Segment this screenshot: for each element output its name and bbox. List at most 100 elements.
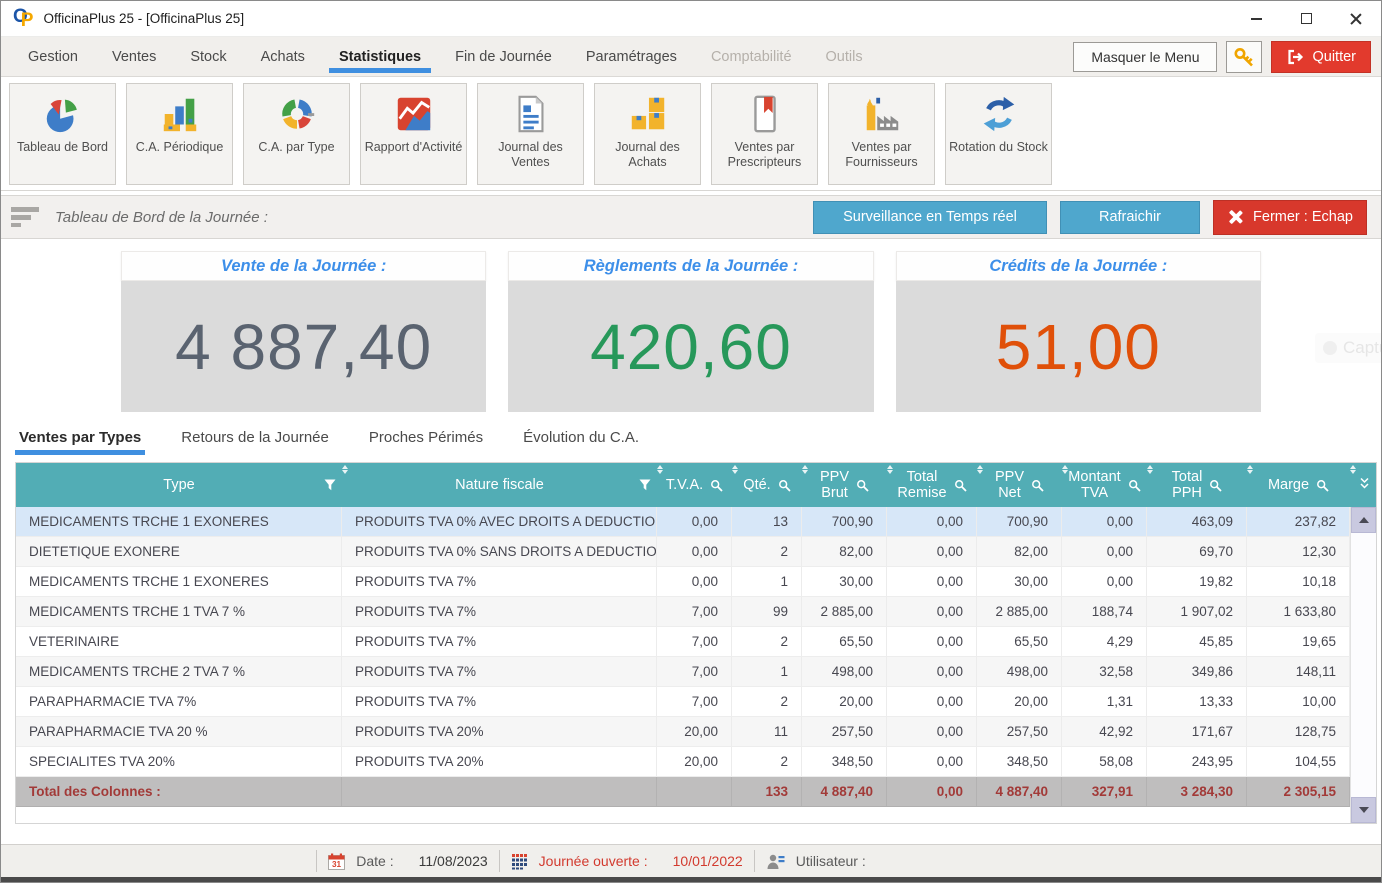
tableau-de-bord-button[interactable]: Tableau de Bord (9, 83, 116, 185)
column-header-nature-fiscale[interactable]: Nature fiscale (342, 463, 657, 507)
column-label: PPV Net (995, 469, 1024, 501)
search-icon[interactable] (1209, 479, 1222, 492)
journal-des-achats-button[interactable]: Journal des Achats (594, 83, 701, 185)
scroll-down-button[interactable] (1351, 797, 1376, 823)
quit-button[interactable]: Quitter (1271, 41, 1371, 73)
menu-item-parametrages[interactable]: Paramétrages (569, 37, 694, 76)
card-value: 4 887,40 (121, 281, 486, 412)
refresh-button[interactable]: Rafraichir (1060, 201, 1200, 234)
filter-icon[interactable] (324, 479, 336, 491)
table-row[interactable]: MEDICAMENTS TRCHE 1 EXONERESPRODUITS TVA… (16, 567, 1350, 597)
cell-tva: 20,00 (657, 717, 732, 746)
table-row[interactable]: PARAPHARMACIE TVA 20 %PRODUITS TVA 20%20… (16, 717, 1350, 747)
search-icon[interactable] (778, 479, 791, 492)
menu-item-gestion[interactable]: Gestion (11, 37, 95, 76)
rapport-activite-button[interactable]: Rapport d'Activité (360, 83, 467, 185)
double-chevron-icon[interactable] (1359, 476, 1370, 494)
ventes-par-prescripteurs-button[interactable]: Ventes par Prescripteurs (711, 83, 818, 185)
ca-par-type-button[interactable]: C.A. par Type (243, 83, 350, 185)
rotation-du-stock-button[interactable]: Rotation du Stock (945, 83, 1052, 185)
opened-day-icon (511, 853, 528, 870)
column-label: PPV Brut (820, 469, 849, 501)
search-icon[interactable] (856, 479, 869, 492)
menu-item-fin-de-journee[interactable]: Fin de Journée (438, 37, 569, 76)
scroll-up-button[interactable] (1351, 507, 1376, 533)
menu-item-ventes[interactable]: Ventes (95, 37, 173, 76)
column-header-marge[interactable]: Marge (1247, 463, 1350, 507)
close-x-icon (1227, 209, 1243, 225)
capture-overlay: Captu (1315, 333, 1381, 363)
total-tva (657, 777, 732, 806)
table-row[interactable]: PARAPHARMACIE TVA 7%PRODUITS TVA 7%7,002… (16, 687, 1350, 717)
table-row[interactable]: SPECIALITES TVA 20%PRODUITS TVA 20%20,00… (16, 747, 1350, 777)
maximize-button[interactable] (1281, 1, 1331, 36)
menu-item-comptabilite: Comptabilité (694, 37, 809, 76)
search-icon[interactable] (954, 479, 967, 492)
ca-periodique-button[interactable]: C.A. Périodique (126, 83, 233, 185)
cell-marge: 104,55 (1247, 747, 1350, 776)
total-total-remise: 0,00 (887, 777, 977, 806)
donut-chart-icon (276, 89, 318, 139)
close-button[interactable] (1331, 1, 1381, 36)
card-title: Crédits de la Journée : (896, 251, 1261, 281)
filter-icon[interactable] (639, 479, 651, 491)
toolbar-button-label: Ventes par Prescripteurs (712, 140, 817, 170)
ventes-par-fournisseurs-button[interactable]: Ventes par Fournisseurs (828, 83, 935, 185)
column-label: Qté. (743, 477, 770, 493)
tab-proches-perimes[interactable]: Proches Périmés (369, 429, 483, 455)
minimize-icon (1251, 18, 1262, 20)
search-icon[interactable] (1316, 479, 1329, 492)
cell-nature-fiscale: PRODUITS TVA 7% (342, 627, 657, 656)
table-row[interactable]: VETERINAIREPRODUITS TVA 7%7,00265,500,00… (16, 627, 1350, 657)
column-header-montant-tva[interactable]: Montant TVA (1062, 463, 1147, 507)
column-header-total-pph[interactable]: Total PPH (1147, 463, 1247, 507)
cell-ppv-brut: 700,90 (802, 507, 887, 536)
minimize-button[interactable] (1231, 1, 1281, 36)
column-label: Montant TVA (1068, 469, 1120, 501)
table-row[interactable]: MEDICAMENTS TRCHE 1 EXONERESPRODUITS TVA… (16, 507, 1350, 537)
menu-item-statistiques[interactable]: Statistiques (322, 37, 438, 76)
column-header-ppv-brut[interactable]: PPV Brut (802, 463, 887, 507)
column-label: Nature fiscale (455, 477, 544, 493)
journal-des-ventes-button[interactable]: Journal des Ventes (477, 83, 584, 185)
cell-ppv-net: 348,50 (977, 747, 1062, 776)
tab-evolution-du-c-a[interactable]: Évolution du C.A. (523, 429, 639, 455)
bar-chart-icon (159, 89, 201, 139)
cell-tva: 7,00 (657, 657, 732, 686)
table-row[interactable]: MEDICAMENTS TRCHE 2 TVA 7 %PRODUITS TVA … (16, 657, 1350, 687)
table-row[interactable]: MEDICAMENTS TRCHE 1 TVA 7 %PRODUITS TVA … (16, 597, 1350, 627)
table-header: Type Nature fiscale T.V.A. Qté. PPV Brut Tota… (16, 463, 1376, 507)
total-qte: 133 (732, 777, 802, 806)
close-escape-button[interactable]: Fermer : Echap (1213, 200, 1367, 235)
menu-item-stock[interactable]: Stock (173, 37, 243, 76)
hide-menu-button[interactable]: Masquer le Menu (1073, 42, 1217, 72)
menu-item-achats[interactable]: Achats (244, 37, 322, 76)
column-header-type[interactable]: Type (16, 463, 342, 507)
cell-total-remise: 0,00 (887, 747, 977, 776)
vertical-scrollbar[interactable] (1350, 507, 1376, 823)
column-label: Type (163, 477, 194, 493)
separator (499, 850, 500, 872)
search-icon[interactable] (710, 479, 723, 492)
column-header-tva[interactable]: T.V.A. (657, 463, 732, 507)
column-header-qte[interactable]: Qté. (732, 463, 802, 507)
area-chart-icon (393, 89, 435, 139)
column-header-ppv-net[interactable]: PPV Net (977, 463, 1062, 507)
cell-tva: 0,00 (657, 507, 732, 536)
table-row[interactable]: DIETETIQUE EXONEREPRODUITS TVA 0% SANS D… (16, 537, 1350, 567)
user-icon (766, 853, 785, 870)
menu-lines-icon[interactable] (11, 207, 41, 227)
search-icon[interactable] (1128, 479, 1141, 492)
toolbar: Tableau de BordC.A. PériodiqueC.A. par T… (1, 77, 1381, 191)
column-header-total-remise[interactable]: Total Remise (887, 463, 977, 507)
key-button[interactable] (1226, 41, 1262, 73)
summary-card: Règlements de la Journée :420,60 (508, 251, 873, 412)
cell-ppv-net: 700,90 (977, 507, 1062, 536)
summary-cards: Vente de la Journée :4 887,40Règlements … (121, 251, 1261, 412)
search-icon[interactable] (1031, 479, 1044, 492)
tab-retours-de-la-journee[interactable]: Retours de la Journée (181, 429, 329, 455)
cell-ppv-net: 498,00 (977, 657, 1062, 686)
tab-ventes-par-types[interactable]: Ventes par Types (19, 429, 141, 455)
sort-handle-icon (802, 465, 808, 474)
surveillance-button[interactable]: Surveillance en Temps réel (813, 201, 1047, 234)
